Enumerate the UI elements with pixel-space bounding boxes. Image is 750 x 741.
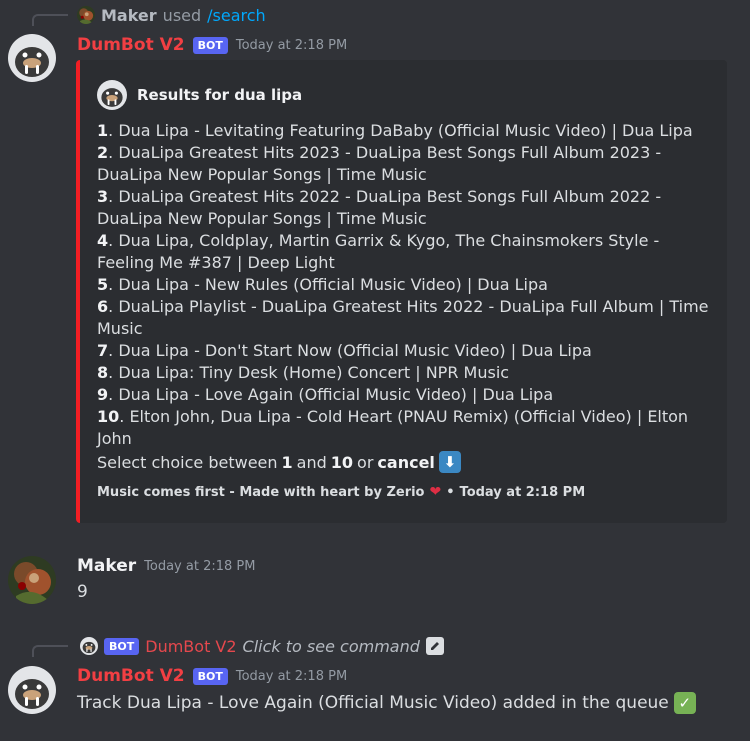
maker-avatar[interactable] (8, 556, 56, 604)
choice-prompt: Select choice between 1 and 10 or cancel… (97, 451, 461, 473)
list-item: 2. DuaLipa Greatest Hits 2023 - DuaLipa … (97, 142, 709, 186)
bot-tag: BOT (192, 667, 228, 685)
bot-username[interactable]: DumBot V2 (77, 666, 185, 686)
interaction-used-text: used (162, 5, 202, 25)
prompt-or: or (357, 452, 374, 472)
message-header: Maker Today at 2:18 PM (77, 555, 255, 577)
result-number: 3 (97, 187, 109, 206)
maker-mini-avatar[interactable] (77, 6, 95, 24)
list-item: 6. DuaLipa Playlist - DuaLipa Greatest H… (97, 296, 709, 340)
message-timestamp[interactable]: Today at 2:18 PM (236, 669, 347, 684)
embed-author-name: Results for dua lipa (137, 86, 303, 104)
result-number: 1 (97, 121, 109, 140)
list-item: 5. Dua Lipa - New Rules (Official Music … (97, 274, 709, 296)
message-header: DumBot V2 BOT Today at 2:18 PM (77, 34, 347, 56)
list-item: 9. Dua Lipa - Love Again (Official Music… (97, 384, 709, 406)
result-text: . Dua Lipa, Coldplay, Martin Garrix & Ky… (97, 231, 660, 272)
list-item: 10. Elton John, Dua Lipa - Cold Heart (P… (97, 406, 709, 450)
result-text: . Dua Lipa - Levitating Featuring DaBaby… (108, 121, 693, 140)
interaction-user[interactable]: Maker (101, 6, 157, 25)
result-text: . Dua Lipa: Tiny Desk (Home) Concert | N… (108, 363, 510, 382)
result-text: . Dua Lipa - New Rules (Official Music V… (108, 275, 548, 294)
result-text: . DuaLipa Greatest Hits 2022 - DuaLipa B… (97, 187, 662, 228)
message-timestamp[interactable]: Today at 2:18 PM (144, 559, 255, 574)
result-number: 8 (97, 363, 109, 382)
list-item: 7. Dua Lipa - Don't Start Now (Official … (97, 340, 709, 362)
bot-tag: BOT (104, 637, 140, 655)
message-content: 9 (77, 582, 88, 602)
result-number: 2 (97, 143, 109, 162)
dumbot-avatar[interactable] (8, 34, 56, 82)
result-text: . Elton John, Dua Lipa - Cold Heart (PNA… (97, 407, 689, 448)
user-username[interactable]: Maker (77, 556, 136, 576)
prompt-prefix: Select choice between (97, 452, 278, 472)
heart-icon: ❤ (429, 484, 442, 500)
prompt-max: 10 (330, 452, 354, 472)
click-to-see-command[interactable]: Click to see command (243, 637, 420, 656)
check-mark-icon: ✓ (673, 692, 696, 714)
dumbot-avatar[interactable] (8, 666, 56, 714)
down-arrow-icon: ⬇ (438, 451, 461, 473)
dumbot-mini-avatar[interactable] (80, 637, 98, 655)
list-item: 4. Dua Lipa, Coldplay, Martin Garrix & K… (97, 230, 709, 274)
result-text: . DuaLipa Greatest Hits 2023 - DuaLipa B… (97, 143, 662, 184)
reply-connector-line (32, 645, 68, 657)
embed-footer: Music comes first - Made with heart by Z… (97, 484, 585, 500)
prompt-min: 1 (281, 452, 293, 472)
search-results-embed: Results for dua lipa 1. Dua Lipa - Levit… (76, 60, 727, 523)
interaction-command[interactable]: /search (207, 6, 266, 25)
result-number: 4 (97, 231, 109, 250)
result-text: . Dua Lipa - Love Again (Official Music … (108, 385, 554, 404)
list-item: 8. Dua Lipa: Tiny Desk (Home) Concert | … (97, 362, 709, 384)
result-number: 10 (97, 407, 120, 426)
message-timestamp[interactable]: Today at 2:18 PM (236, 38, 347, 53)
list-item: 3. DuaLipa Greatest Hits 2022 - DuaLipa … (97, 186, 709, 230)
message-header: DumBot V2 BOT Today at 2:18 PM (77, 665, 347, 687)
result-number: 6 (97, 297, 109, 316)
list-item: 1. Dua Lipa - Levitating Featuring DaBab… (97, 120, 709, 142)
reply-connector-line (32, 14, 68, 26)
prompt-and: and (296, 452, 327, 472)
footer-timestamp: Today at 2:18 PM (459, 484, 586, 500)
footer-text: Music comes first - Made with heart by Z… (97, 484, 425, 500)
interaction-header[interactable]: Maker used /search (77, 5, 266, 25)
interaction-header[interactable]: BOT DumBot V2 Click to see command (80, 636, 444, 656)
embed-author: Results for dua lipa (97, 80, 302, 110)
result-number: 7 (97, 341, 109, 360)
prompt-cancel: cancel (377, 452, 435, 472)
message-text: Track Dua Lipa - Love Again (Official Mu… (77, 693, 669, 713)
message-content: Track Dua Lipa - Love Again (Official Mu… (77, 692, 696, 714)
interaction-bot-name[interactable]: DumBot V2 (145, 637, 236, 656)
result-text: . DuaLipa Playlist - DuaLipa Greatest Hi… (97, 297, 709, 338)
result-number: 5 (97, 275, 109, 294)
results-list: 1. Dua Lipa - Levitating Featuring DaBab… (97, 120, 709, 450)
footer-separator: • (446, 484, 455, 500)
result-number: 9 (97, 385, 109, 404)
embed-author-icon (97, 80, 127, 110)
command-icon[interactable] (425, 637, 444, 655)
result-text: . Dua Lipa - Don't Start Now (Official M… (108, 341, 592, 360)
bot-tag: BOT (192, 36, 228, 54)
bot-username[interactable]: DumBot V2 (77, 35, 185, 55)
